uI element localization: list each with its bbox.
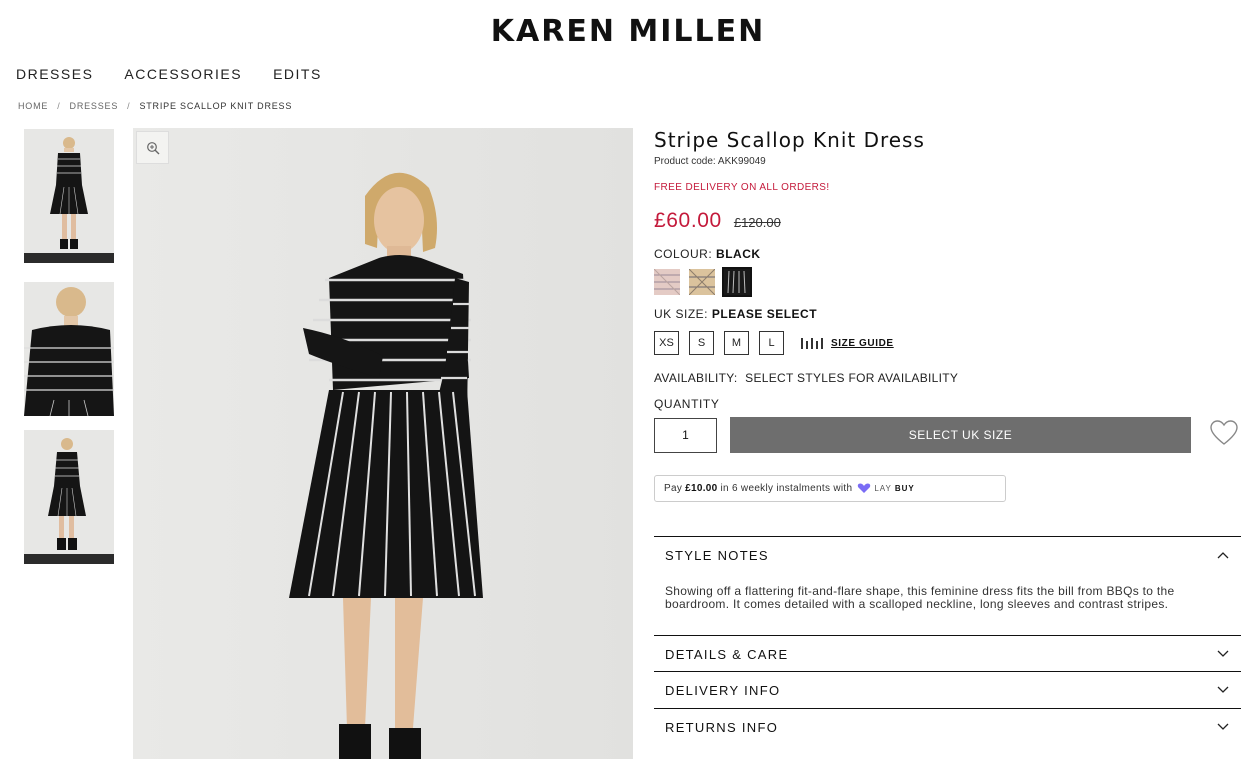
product-code: Product code: AKK99049: [654, 156, 766, 167]
breadcrumb-dresses[interactable]: DRESSES: [70, 101, 119, 111]
was-price: £120.00: [733, 215, 781, 230]
instalment-amount: £10.00: [685, 483, 718, 494]
purchase-row: 1 SELECT UK SIZE: [654, 417, 1242, 453]
laybuy-logo: LAY BUY: [857, 483, 914, 494]
zoom-in-icon: [146, 141, 159, 154]
laybuy-heart-icon: [858, 483, 871, 493]
accordion-delivery-info[interactable]: DELIVERY INFO: [654, 671, 1241, 708]
availability: AVAILABILITY: SELECT STYLES FOR AVAILABI…: [654, 371, 1242, 385]
selected-size: PLEASE SELECT: [711, 307, 818, 321]
availability-label: AVAILABILITY:: [654, 371, 738, 385]
accordion-returns-info[interactable]: RETURNS INFO: [654, 708, 1241, 745]
model-front-image: [24, 137, 114, 263]
main-product-image[interactable]: [133, 128, 633, 759]
main-nav: DRESSES ACCESSORIES EDITS: [16, 66, 322, 82]
colour-label: COLOUR: BLACK: [654, 247, 761, 261]
accordion-title: DETAILS & CARE: [665, 646, 789, 662]
style-notes-text: Showing off a flattering fit-and-flare s…: [665, 584, 1175, 611]
size-guide-label: SIZE GUIDE: [831, 337, 894, 349]
wishlist-button[interactable]: [1209, 419, 1239, 452]
heart-icon: [1210, 419, 1238, 445]
availability-value: SELECT STYLES FOR AVAILABILITY: [745, 371, 959, 385]
size-m[interactable]: M: [724, 331, 749, 355]
accordion-title: RETURNS INFO: [665, 719, 779, 735]
swatch-black-image: [724, 269, 750, 295]
size-options: XS S M L SIZE GUIDE: [654, 331, 1242, 355]
select-size-button[interactable]: SELECT UK SIZE: [730, 417, 1191, 453]
sale-price: £60.00: [654, 209, 722, 232]
chevron-down-icon: [1217, 686, 1229, 693]
thumbnail-front[interactable]: [24, 129, 114, 263]
breadcrumb-home[interactable]: HOME: [18, 101, 48, 111]
size-guide-link[interactable]: SIZE GUIDE: [801, 337, 894, 349]
thumbnail-detail[interactable]: [24, 282, 114, 416]
swatch-pink-stripe[interactable]: [654, 269, 680, 295]
ruler-icon: [801, 337, 823, 349]
colour-swatches: [654, 267, 1242, 297]
swatch-camel-stripe[interactable]: [689, 269, 715, 295]
product-details: Stripe Scallop Knit Dress Product code: …: [654, 128, 1242, 502]
product-title: Stripe Scallop Knit Dress: [654, 128, 925, 152]
swatch-camel-image: [689, 269, 715, 295]
nav-accessories[interactable]: ACCESSORIES: [124, 66, 242, 82]
breadcrumb-separator: /: [127, 101, 131, 111]
size-xs[interactable]: XS: [654, 331, 679, 355]
chevron-down-icon: [1217, 723, 1229, 730]
model-image: [133, 128, 633, 759]
laybuy-banner[interactable]: Pay £10.00 in 6 weekly instalments with …: [654, 475, 1006, 502]
model-back-image: [24, 438, 114, 564]
accordion-title: DELIVERY INFO: [665, 682, 781, 698]
nav-edits[interactable]: EDITS: [273, 66, 322, 82]
size-l[interactable]: L: [759, 331, 784, 355]
chevron-up-icon: [1217, 552, 1229, 559]
model-detail-image: [24, 287, 114, 416]
promo-message: FREE DELIVERY ON ALL ORDERS!: [654, 182, 830, 193]
breadcrumb-current: STRIPE SCALLOP KNIT DRESS: [139, 101, 293, 111]
quantity-input[interactable]: 1: [654, 417, 717, 453]
price-block: £60.00 £120.00: [654, 209, 1242, 233]
quantity-label: QUANTITY: [654, 397, 720, 411]
accordion-title: STYLE NOTES: [665, 547, 769, 563]
breadcrumb: HOME / DRESSES / STRIPE SCALLOP KNIT DRE…: [18, 101, 292, 111]
accordion-details-care[interactable]: DETAILS & CARE: [654, 635, 1241, 672]
breadcrumb-separator: /: [57, 101, 61, 111]
zoom-button[interactable]: [136, 131, 169, 164]
size-s[interactable]: S: [689, 331, 714, 355]
swatch-black-stripe[interactable]: [722, 267, 752, 297]
thumbnail-back[interactable]: [24, 430, 114, 564]
brand-logo[interactable]: KAREN MILLEN: [0, 14, 1256, 49]
size-label: UK SIZE: PLEASE SELECT: [654, 307, 818, 321]
selected-colour: BLACK: [716, 247, 761, 261]
swatch-pink-image: [654, 269, 680, 295]
nav-dresses[interactable]: DRESSES: [16, 66, 93, 82]
chevron-down-icon: [1217, 650, 1229, 657]
accordion-style-notes[interactable]: STYLE NOTES Showing off a flattering fit…: [654, 536, 1241, 636]
